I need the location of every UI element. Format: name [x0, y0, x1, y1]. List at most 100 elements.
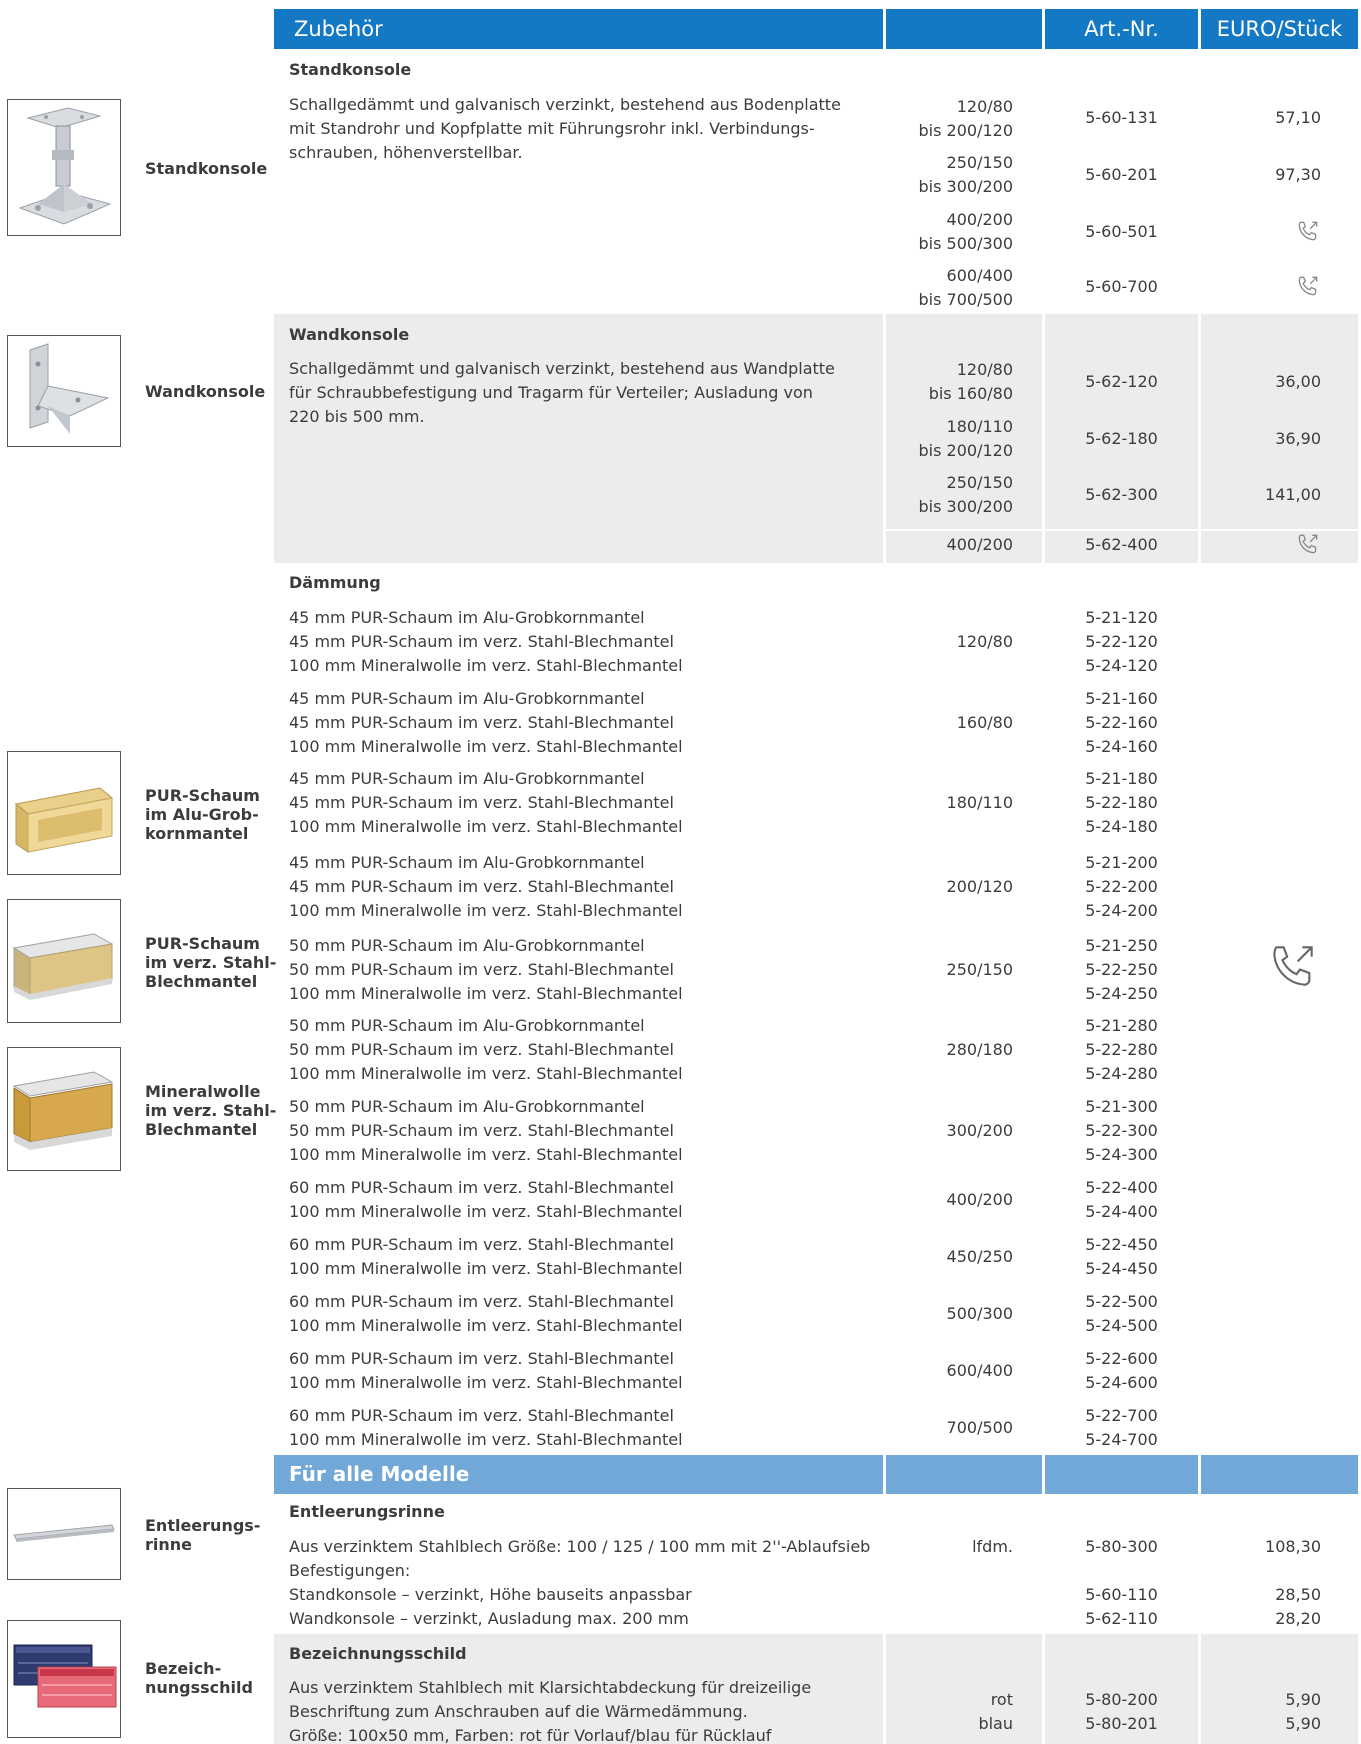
phone-redirect-icon[interactable]: [1265, 938, 1321, 998]
section-header-cell: [1045, 1455, 1198, 1494]
standkonsole-price-1: 57,10: [1275, 108, 1321, 127]
pur-alu-image: [7, 751, 121, 875]
table-header-size-cell: [886, 9, 1042, 49]
daemmung-size-10: 500/300: [946, 1304, 1013, 1323]
section-title: Für alle Modelle: [289, 1462, 470, 1486]
wandkonsole-art-2: 5-62-180: [1085, 429, 1158, 448]
wandkonsole-label: Wandkonsole: [145, 382, 266, 401]
daemmung-art-6: 5-21-280 5-22-280 5-24-280: [1085, 1016, 1158, 1083]
daemmung-art-9: 5-22-450 5-24-450: [1085, 1235, 1158, 1278]
wandkonsole-art-1: 5-62-120: [1085, 372, 1158, 391]
daemmung-size-8: 400/200: [946, 1190, 1013, 1209]
wandkonsole-size-2: 180/110 bis 200/120: [918, 417, 1014, 460]
daemmung-desc-9: 60 mm PUR-Schaum im verz. Stahl-Blechman…: [289, 1235, 683, 1278]
standkonsole-art-3: 5-60-501: [1085, 222, 1158, 241]
phone-redirect-icon[interactable]: [1295, 218, 1321, 248]
daemmung-desc-11: 60 mm PUR-Schaum im verz. Stahl-Blechman…: [289, 1349, 683, 1392]
daemmung-art-4: 5-21-200 5-22-200 5-24-200: [1085, 853, 1158, 920]
standkonsole-price-2: 97,30: [1275, 165, 1321, 184]
daemmung-size-3: 180/110: [946, 793, 1013, 812]
befestigung-desc-2: Wandkonsole – verzinkt, Ausladung max. 2…: [289, 1609, 689, 1628]
table-header-price: EURO/Stück: [1201, 9, 1358, 49]
entleerungsrinne-art: 5-80-300: [1085, 1537, 1158, 1556]
daemmung-art-8: 5-22-400 5-24-400: [1085, 1178, 1158, 1221]
daemmung-desc-10: 60 mm PUR-Schaum im verz. Stahl-Blechman…: [289, 1292, 683, 1335]
wandkonsole-price-1: 36,00: [1275, 372, 1321, 391]
daemmung-size-1: 120/80: [956, 632, 1013, 651]
mineralwolle-image: [7, 1047, 121, 1171]
section-header-fuer-alle-modelle: Für alle Modelle: [274, 1455, 883, 1494]
pur-stahl-image: [7, 899, 121, 1023]
wandkonsole-bg-desc: [274, 314, 883, 563]
bezeichnungsschild-label: Bezeich- nungsschild: [145, 1659, 253, 1697]
daemmung-art-12: 5-22-700 5-24-700: [1085, 1406, 1158, 1449]
entleerungsrinne-description: Aus verzinktem Stahlblech Größe: 100 / 1…: [289, 1537, 871, 1556]
table-header-title: Zubehör: [294, 17, 383, 41]
daemmung-art-3: 5-21-180 5-22-180 5-24-180: [1085, 769, 1158, 836]
wandkonsole-price-3: 141,00: [1265, 485, 1321, 504]
wandkonsole-price-2: 36,90: [1275, 429, 1321, 448]
daemmung-size-7: 300/200: [946, 1121, 1013, 1140]
daemmung-desc-1: 45 mm PUR-Schaum im Alu-Grobkornmantel 4…: [289, 608, 683, 675]
phone-redirect-icon[interactable]: [1295, 531, 1321, 561]
befestigung-price-2: 28,20: [1275, 1609, 1321, 1628]
bezeichnungsschild-title: Bezeichnungsschild: [289, 1644, 467, 1663]
daemmung-size-4: 200/120: [946, 877, 1013, 896]
wandkonsole-size-3: 250/150 bis 300/200: [918, 473, 1014, 516]
daemmung-desc-4: 45 mm PUR-Schaum im Alu-Grobkornmantel 4…: [289, 853, 683, 920]
phone-redirect-icon[interactable]: [1295, 273, 1321, 303]
wandkonsole-size-4: 400/200: [946, 535, 1013, 554]
entleerungsrinne-image: [7, 1488, 121, 1580]
befestigung-art-1: 5-60-110: [1085, 1585, 1158, 1604]
daemmung-art-10: 5-22-500 5-24-500: [1085, 1292, 1158, 1335]
daemmung-desc-6: 50 mm PUR-Schaum im Alu-Grobkornmantel 5…: [289, 1016, 683, 1083]
daemmung-desc-3: 45 mm PUR-Schaum im Alu-Grobkornmantel 4…: [289, 769, 683, 836]
befestigungen-heading: Befestigungen:: [289, 1561, 411, 1580]
wandkonsole-size-1: 120/80 bis 160/80: [928, 360, 1013, 403]
standkonsole-art-4: 5-60-700: [1085, 277, 1158, 296]
daemmung-size-5: 250/150: [946, 960, 1013, 979]
standkonsole-art-1: 5-60-131: [1085, 108, 1158, 127]
section-header-cell: [1201, 1455, 1358, 1494]
pur-stahl-label: PUR-Schaum im verz. Stahl- Blechmantel: [145, 934, 277, 991]
wandkonsole-description: Schallgedämmt und galvanisch verzinkt, b…: [289, 359, 835, 426]
wandkonsole-art-3: 5-62-300: [1085, 485, 1158, 504]
standkonsole-size-4: 600/400 bis 700/500: [918, 266, 1014, 309]
daemmung-art-1: 5-21-120 5-22-120 5-24-120: [1085, 608, 1158, 675]
bezeichnungsschild-image: [7, 1620, 121, 1738]
table-header-art-nr: Art.-Nr.: [1045, 9, 1198, 49]
standkonsole-title: Standkonsole: [289, 60, 412, 79]
wandkonsole-image: [7, 335, 121, 447]
befestigung-desc-1: Standkonsole – verzinkt, Höhe bauseits a…: [289, 1585, 692, 1604]
standkonsole-description: Schallgedämmt und galvanisch verzinkt, b…: [289, 95, 841, 162]
entleerungsrinne-unit: lfdm.: [972, 1537, 1013, 1556]
daemmung-art-5: 5-21-250 5-22-250 5-24-250: [1085, 936, 1158, 1003]
mineralwolle-label: Mineralwolle im verz. Stahl- Blechmantel: [145, 1082, 277, 1139]
table-header-title-cell: Zubehör: [274, 9, 883, 49]
row-divider: [886, 529, 1358, 531]
daemmung-desc-2: 45 mm PUR-Schaum im Alu-Grobkornmantel 4…: [289, 689, 683, 756]
standkonsole-size-1: 120/80 bis 200/120: [918, 97, 1014, 140]
entleerungsrinne-label: Entleerungs- rinne: [145, 1516, 261, 1554]
befestigung-price-1: 28,50: [1275, 1585, 1321, 1604]
daemmung-art-11: 5-22-600 5-24-600: [1085, 1349, 1158, 1392]
bezeichnungsschild-description: Aus verzinktem Stahlblech mit Klarsichta…: [289, 1678, 812, 1744]
daemmung-desc-12: 60 mm PUR-Schaum im verz. Stahl-Blechman…: [289, 1406, 683, 1449]
daemmung-size-2: 160/80: [956, 713, 1013, 732]
standkonsole-art-2: 5-60-201: [1085, 165, 1158, 184]
daemmung-size-9: 450/250: [946, 1247, 1013, 1266]
section-header-cell: [886, 1455, 1042, 1494]
entleerungsrinne-price: 108,30: [1265, 1537, 1321, 1556]
standkonsole-image: [7, 99, 121, 236]
bezeichnungsschild-colors: rot blau: [978, 1690, 1013, 1733]
wandkonsole-art-4: 5-62-400: [1085, 535, 1158, 554]
daemmung-desc-8: 60 mm PUR-Schaum im verz. Stahl-Blechman…: [289, 1178, 683, 1221]
entleerungsrinne-title: Entleerungsrinne: [289, 1502, 445, 1521]
daemmung-size-6: 280/180: [946, 1040, 1013, 1059]
daemmung-art-2: 5-21-160 5-22-160 5-24-160: [1085, 689, 1158, 756]
daemmung-size-11: 600/400: [946, 1361, 1013, 1380]
befestigung-art-2: 5-62-110: [1085, 1609, 1158, 1628]
standkonsole-size-2: 250/150 bis 300/200: [918, 153, 1014, 196]
daemmung-size-12: 700/500: [946, 1418, 1013, 1437]
standkonsole-label: Standkonsole: [145, 159, 268, 178]
